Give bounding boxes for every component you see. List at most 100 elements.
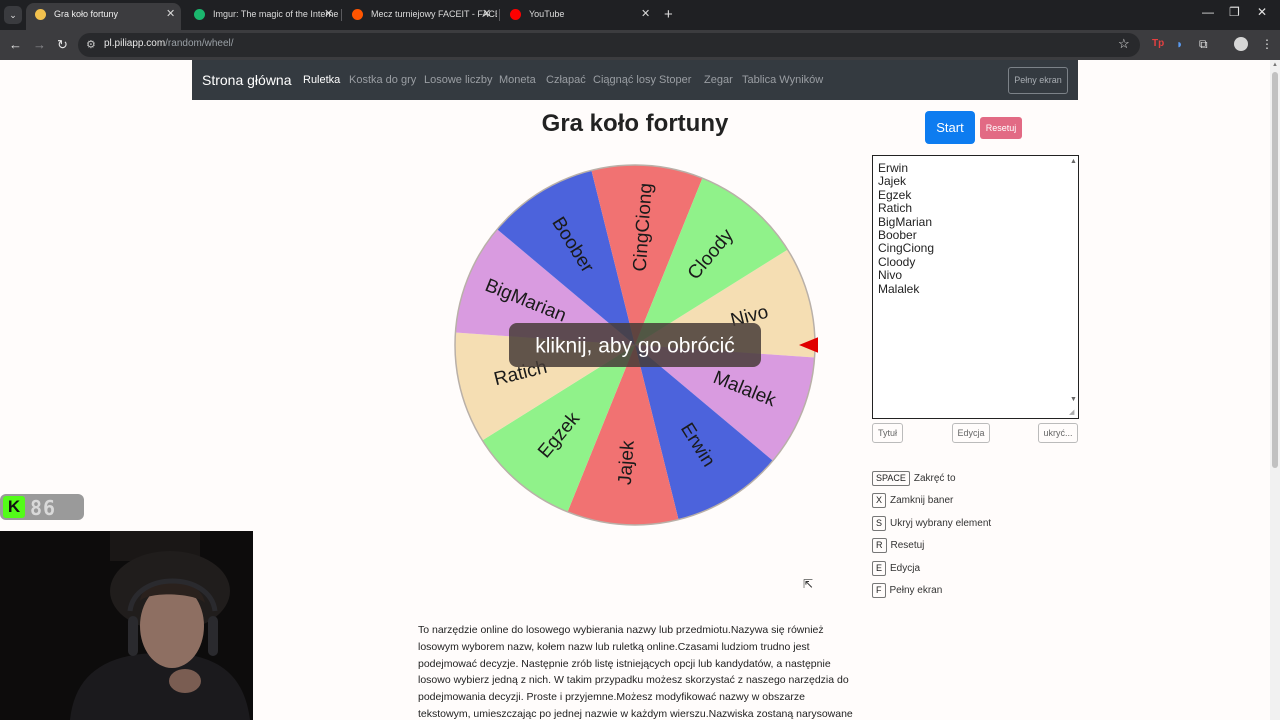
audio-extension-icon[interactable]: ◗	[1176, 37, 1183, 51]
name-entry: Boober	[878, 228, 917, 243]
tab-title: YouTube	[529, 9, 565, 19]
tool-description: To narzędzie online do losowego wybieran…	[418, 624, 853, 720]
textarea-scroll-up-icon[interactable]: ▲	[1070, 158, 1077, 165]
scroll-thumb[interactable]	[1272, 72, 1278, 468]
tab-title: Gra koło fortuny	[54, 9, 119, 19]
tab-favicon-icon	[194, 9, 205, 20]
shortcut-label: Zamknij baner	[890, 495, 954, 507]
name-entry: Malalek	[878, 281, 920, 296]
menu-kebab-icon[interactable]: ⋮	[1261, 37, 1273, 51]
webcam-feed	[0, 531, 253, 720]
nav-link-8[interactable]: Zegar	[704, 74, 733, 86]
tab-favicon-icon	[352, 9, 363, 20]
name-entry: CingCiong	[878, 241, 935, 256]
shortcut-key: S	[872, 515, 887, 531]
shortcut-label: Ukryj wybrany element	[890, 517, 992, 529]
tab-title: Mecz turniejowy FACEIT - FACEI	[371, 9, 497, 19]
textarea-scroll-down-icon[interactable]: ▼	[1070, 396, 1077, 403]
start-button[interactable]: Start	[925, 111, 975, 144]
tab-close-icon[interactable]: ✕	[324, 3, 333, 26]
name-entry: Erwin	[878, 161, 909, 175]
extension-icon[interactable]: Tp	[1152, 38, 1164, 49]
tab-close-icon[interactable]: ✕	[166, 3, 175, 26]
title-button[interactable]: Tytuł	[872, 423, 903, 443]
shortcut-row: S Ukryj wybrany element	[872, 515, 992, 532]
forward-icon[interactable]: →	[33, 37, 46, 52]
site-settings-icon[interactable]: ⚙	[86, 38, 96, 51]
maximize-button[interactable]: ❐	[1229, 5, 1240, 19]
tab-separator	[499, 9, 500, 21]
address-bar[interactable]: ⚙ pl.piliapp.com/random/wheel/ ☆	[78, 33, 1140, 57]
webcam-image	[0, 531, 253, 720]
shortcut-row: E Edycja	[872, 560, 921, 577]
shortcut-label: Pełny ekran	[889, 585, 943, 596]
shortcut-label: Zakręć to	[913, 473, 956, 484]
tab-favicon-icon	[35, 9, 46, 20]
tab-favicon-icon	[510, 9, 521, 20]
nav-link-9[interactable]: Tablica Wyników	[742, 74, 823, 86]
shortcut-key: E	[872, 560, 887, 576]
tab-separator	[341, 9, 342, 21]
shortcut-row: R Resetuj	[872, 538, 924, 554]
name-entry: Jajek	[878, 174, 907, 189]
badge-count: 86	[30, 496, 57, 520]
hide-button[interactable]: ukryć...	[1038, 423, 1078, 443]
fullscreen-button[interactable]: Pełny ekran	[1008, 67, 1068, 94]
shortcut-key: X	[872, 493, 887, 509]
shortcut-key: F	[872, 583, 886, 598]
browser-tab-strip: ⌄ Gra koło fortuny ✕ Imgur: The magic of t…	[0, 0, 1280, 30]
site-navbar: Strona główna Ruletka Kostka do gry Losowe…	[192, 60, 1078, 100]
page-scrollbar[interactable]: ▲	[1270, 60, 1280, 720]
browser-tab-2[interactable]: Imgur: The magic of the Interne ✕	[185, 3, 339, 30]
name-entry: Nivo	[878, 268, 903, 283]
browser-tab-4[interactable]: YouTube ✕	[501, 3, 656, 30]
new-tab-button[interactable]: +	[664, 6, 673, 23]
spin-hint-text: kliknij, aby go obrócić	[535, 335, 735, 358]
shortcut-row: X Zamknij baner	[872, 493, 953, 509]
name-entry: BigMarian	[878, 214, 933, 229]
nav-link-7[interactable]: Stoper	[659, 74, 691, 86]
nav-link-3[interactable]: Losowe liczby	[424, 74, 492, 86]
nav-link-5[interactable]: Człapać	[546, 74, 586, 86]
shortcut-label: Resetuj	[890, 540, 925, 552]
bookmark-star-icon[interactable]: ☆	[1118, 36, 1130, 52]
kick-counter-badge: K 86	[0, 494, 84, 520]
minimize-button[interactable]: —	[1202, 5, 1214, 19]
wheel-segment-label: Jajek	[615, 439, 639, 485]
nav-link-1[interactable]: Ruletka	[303, 74, 340, 86]
scroll-up-icon[interactable]: ▲	[1272, 62, 1278, 68]
name-entry: Cloody	[878, 254, 916, 269]
names-textarea[interactable]: Erwin Jajek Egzek Ratich BigMarian Boober Cing…	[872, 155, 1079, 419]
url-text: pl.piliapp.com/random/wheel/	[104, 38, 234, 49]
shortcut-row: SPACE Zakręć to	[872, 471, 956, 487]
browser-toolbar: ← → ↻ ⚙ pl.piliapp.com/random/wheel/ ☆ T…	[0, 30, 1280, 60]
page-title: Gra koło fortuny	[541, 110, 729, 137]
edit-button[interactable]: Edycja	[952, 423, 990, 443]
browser-tab-3[interactable]: Mecz turniejowy FACEIT - FACEI ✕	[343, 3, 497, 30]
shortcut-row: F Pełny ekran	[872, 583, 942, 599]
nav-link-2[interactable]: Kostka do gry	[349, 74, 416, 86]
mouse-cursor-icon: ⇱	[803, 577, 814, 591]
browser-tab-1[interactable]: Gra koło fortuny ✕	[26, 3, 181, 30]
tab-search-button[interactable]: ⌄	[4, 6, 22, 24]
wheel-graphic[interactable]: NivoMalalekErwinJajekEgzekRatichBigMaria…	[452, 153, 818, 537]
name-entry: Ratich	[878, 201, 913, 216]
extensions-puzzle-icon[interactable]: ⧉	[1199, 37, 1208, 52]
tab-close-icon[interactable]: ✕	[641, 3, 650, 26]
fortune-wheel[interactable]: Nivo Malalek Erwin Jajek Egzek Ratich BigMaria…	[452, 153, 818, 537]
shortcut-label: Edycja	[890, 562, 921, 574]
close-window-button[interactable]: ✕	[1257, 5, 1267, 19]
nav-link-4[interactable]: Moneta	[499, 74, 536, 86]
textarea-resize-handle-icon[interactable]: ◢	[1069, 408, 1074, 416]
kick-logo-icon: K	[3, 496, 25, 518]
name-entry: Egzek	[878, 187, 912, 202]
profile-avatar-icon[interactable]	[1234, 37, 1248, 51]
back-icon[interactable]: ←	[9, 37, 22, 52]
nav-link-6[interactable]: Ciągnąć losy	[593, 74, 656, 86]
reload-icon[interactable]: ↻	[57, 37, 68, 53]
reset-button[interactable]: Resetuj	[980, 117, 1022, 139]
tab-close-icon[interactable]: ✕	[482, 3, 491, 26]
names-list: Erwin Jajek Egzek Ratich BigMarian Boober Cing…	[878, 161, 935, 296]
brand-link[interactable]: Strona główna	[202, 72, 292, 88]
tab-title: Imgur: The magic of the Interne	[213, 9, 339, 19]
